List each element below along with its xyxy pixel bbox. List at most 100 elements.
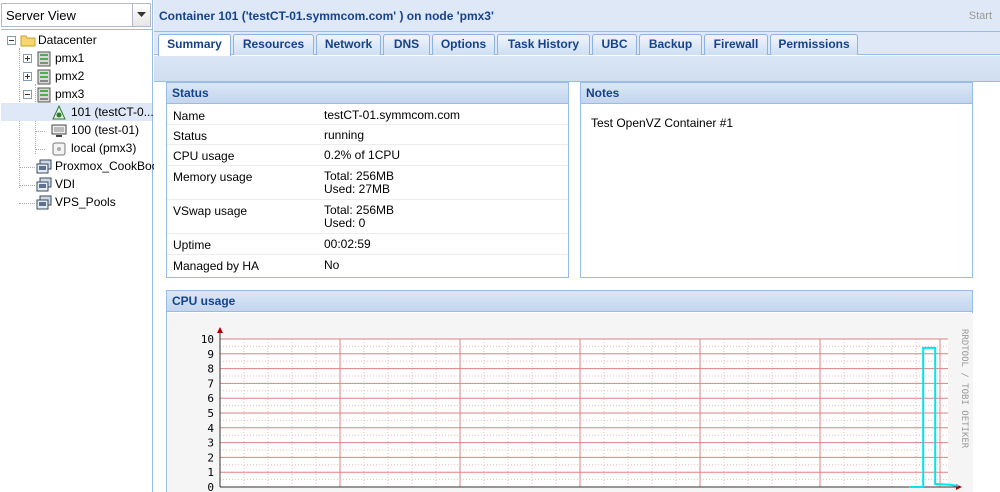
- chart-y-tick-label: 7: [207, 377, 214, 390]
- collapse-toggle[interactable]: [7, 36, 16, 45]
- cpu-usage-panel: CPU usage 01234567891018:4018:5019:0019:…: [166, 290, 973, 492]
- chart-y-tick-label: 3: [207, 437, 214, 450]
- tree-item-101-testct[interactable]: 101 (testCT-0...: [1, 103, 154, 121]
- summary-content: Status Name testCT-01.symmcom.com Status…: [154, 82, 1000, 492]
- tab-resources[interactable]: Resources: [233, 34, 314, 55]
- chart-y-tick-label: 4: [207, 422, 214, 435]
- status-key: CPU usage: [173, 149, 235, 163]
- cpu-usage-chart: 01234567891018:4018:5019:0019:1019:2019:…: [168, 313, 973, 492]
- tree-item-pmx2[interactable]: pmx2: [5, 67, 152, 85]
- resource-tree: Datacenter pmx1 pmx2 pmx3 101 (testCT-0.…: [1, 29, 164, 491]
- chart-data-point: [934, 483, 936, 485]
- status-key: VSwap usage: [173, 204, 248, 218]
- server-icon: [36, 87, 51, 103]
- status-row-ha: Managed by HA No: [167, 255, 568, 277]
- status-panel-title: Status: [167, 83, 568, 104]
- tab-options[interactable]: Options: [432, 34, 495, 55]
- chart-y-tick-label: 8: [207, 363, 214, 376]
- notes-panel: Notes Test OpenVZ Container #1: [580, 82, 973, 278]
- tab-dns[interactable]: DNS: [383, 34, 430, 55]
- status-row-vswap: VSwap usage Total: 256MB Used: 0: [167, 200, 568, 234]
- chevron-down-icon[interactable]: [132, 4, 150, 26]
- status-row-memory: Memory usage Total: 256MB Used: 27MB: [167, 166, 568, 200]
- status-value: running: [324, 128, 365, 142]
- status-key: Name: [173, 109, 206, 123]
- main-panel: Container 101 ('testCT-01.symmcom.com' )…: [154, 0, 1000, 492]
- tab-task-history[interactable]: Task History: [497, 34, 590, 55]
- tree-item-pmx1[interactable]: pmx1: [5, 49, 152, 67]
- view-select[interactable]: Server View: [1, 3, 151, 27]
- view-select-value: Server View: [6, 8, 76, 23]
- chart-data-point: [934, 347, 936, 349]
- chart-data-point: [922, 347, 924, 349]
- tree-item-label: 100 (test-01): [71, 123, 140, 137]
- notes-text: Test OpenVZ Container #1: [591, 116, 734, 130]
- tree-item-local-storage[interactable]: local (pmx3): [1, 139, 152, 157]
- chart-y-tick-label: 10: [201, 333, 214, 346]
- chart-watermark: RRDTOOL / TOBI OETIKER: [959, 329, 969, 449]
- server-icon: [36, 51, 51, 67]
- tab-permissions[interactable]: Permissions: [770, 34, 858, 55]
- notes-panel-title: Notes: [581, 83, 972, 104]
- tab-network[interactable]: Network: [316, 34, 381, 55]
- chart-data-point: [922, 486, 924, 488]
- tree-item-datacenter[interactable]: Datacenter: [5, 31, 152, 49]
- storage-icon: [51, 141, 66, 156]
- status-key: Status: [173, 129, 208, 143]
- status-value: No: [324, 258, 340, 272]
- vm-icon: [51, 123, 67, 137]
- chart-data-point: [909, 486, 911, 488]
- cpu-usage-title: CPU usage: [167, 291, 972, 312]
- chart-data-point: [950, 483, 952, 486]
- chart-y-tick-label: 9: [207, 348, 214, 361]
- tab-summary[interactable]: Summary: [158, 34, 231, 56]
- tab-firewall[interactable]: Firewall: [704, 34, 768, 55]
- chart-y-tick-label: 1: [207, 466, 214, 479]
- status-row-status: Status running: [167, 125, 568, 145]
- collapse-toggle[interactable]: [23, 90, 32, 99]
- chart-y-tick-label: 6: [207, 392, 214, 405]
- memory-used: Used: 27MB: [324, 182, 391, 196]
- chart-y-tick-label: 2: [207, 451, 214, 464]
- status-key: Uptime: [173, 238, 212, 252]
- tree-item-100-test[interactable]: 100 (test-01): [1, 121, 152, 139]
- folder-icon: [20, 33, 36, 47]
- pool-icon: [36, 177, 52, 192]
- tree-item-label: 101 (testCT-0...: [71, 105, 154, 119]
- chart-y-tick-label: 5: [207, 407, 214, 420]
- tree-item-pool-proxmox-cookbook[interactable]: Proxmox_CookBook: [5, 157, 164, 175]
- tree-item-label: pmx1: [55, 51, 85, 65]
- status-value: testCT-01.symmcom.com: [324, 108, 461, 122]
- page-title: Container 101 ('testCT-01.symmcom.com' )…: [159, 9, 494, 23]
- chart-data-point: [953, 484, 956, 487]
- chart-data-point: [957, 484, 959, 487]
- status-value: Total: 256MB Used: 27MB: [324, 170, 394, 196]
- tree-item-pool-vdi[interactable]: VDI: [5, 175, 152, 193]
- pool-icon: [36, 195, 52, 210]
- container-icon: [51, 104, 66, 120]
- vswap-used: Used: 0: [324, 216, 366, 230]
- server-icon: [36, 69, 51, 85]
- tab-bar: Summary Resources Network DNS Options Ta…: [154, 32, 1000, 56]
- tree-item-label: VPS_Pools: [55, 195, 116, 209]
- tab-backup[interactable]: Backup: [639, 34, 702, 55]
- tree-item-pool-vps[interactable]: VPS_Pools: [5, 193, 152, 211]
- expand-toggle[interactable]: [23, 54, 32, 63]
- expand-toggle[interactable]: [23, 72, 32, 81]
- status-row-name: Name testCT-01.symmcom.com: [167, 105, 568, 125]
- tree-item-label: Proxmox_CookBook: [55, 159, 165, 173]
- tree-item-label: local (pmx3): [71, 141, 137, 155]
- status-value: 0.2% of 1CPU: [324, 148, 401, 162]
- status-key: Managed by HA: [173, 259, 260, 273]
- tree-item-pmx3[interactable]: pmx3: [5, 85, 152, 103]
- start-button[interactable]: Start: [969, 10, 992, 22]
- status-panel: Status Name testCT-01.symmcom.com Status…: [166, 82, 569, 278]
- tree-item-label: pmx3: [55, 87, 85, 101]
- title-bar: Container 101 ('testCT-01.symmcom.com' )…: [154, 0, 1000, 32]
- tab-ubc[interactable]: UBC: [592, 34, 637, 55]
- status-value: 00:02:59: [324, 237, 371, 251]
- status-key: Memory usage: [173, 170, 253, 184]
- pool-icon: [36, 159, 52, 174]
- tree-item-label: pmx2: [55, 69, 85, 83]
- status-value: Total: 256MB Used: 0: [324, 204, 394, 230]
